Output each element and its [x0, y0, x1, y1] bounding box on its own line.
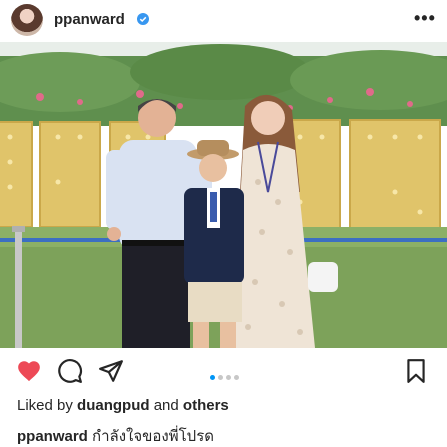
post-caption: ppanward กำลังใจของพี่โปรด	[17, 424, 214, 447]
liked-by-prefix: Liked by	[17, 397, 73, 414]
liked-by-others[interactable]: others	[183, 397, 229, 414]
caption-username[interactable]: ppanward	[17, 428, 88, 445]
caption-text: กำลังใจของพี่โปรด	[92, 428, 215, 445]
send-icon[interactable]	[98, 358, 124, 384]
post-photo[interactable]	[0, 42, 447, 348]
post-username[interactable]: ppanward	[54, 11, 125, 28]
carousel-dot	[218, 375, 223, 380]
comment-icon[interactable]	[57, 358, 83, 384]
verified-badge-icon	[137, 13, 149, 25]
carousel-dot	[210, 375, 215, 380]
more-options-icon[interactable]: •••	[414, 8, 436, 29]
liked-by-and: and	[153, 397, 179, 414]
carousel-dot	[234, 375, 239, 380]
post-action-bar	[0, 352, 447, 390]
post-header: ppanward •••	[0, 0, 447, 42]
likes-summary: Liked by duangpud and others	[17, 397, 229, 414]
profile-avatar[interactable]	[11, 4, 43, 36]
heart-icon[interactable]	[16, 358, 42, 384]
liked-by-user[interactable]: duangpud	[77, 397, 149, 414]
carousel-dot	[226, 375, 231, 380]
carousel-indicator	[210, 367, 242, 380]
bookmark-icon[interactable]	[403, 358, 429, 384]
